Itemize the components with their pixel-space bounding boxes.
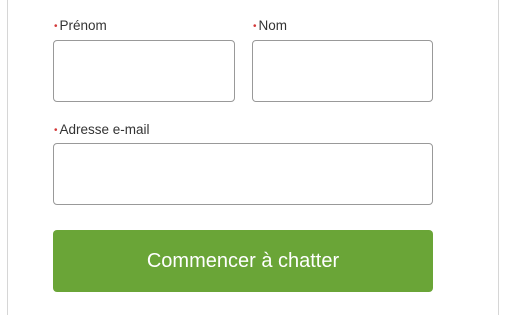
email-label: • Adresse e-mail xyxy=(54,122,150,140)
last-name-field[interactable] xyxy=(252,40,433,102)
first-name-label-text: Prénom xyxy=(59,18,107,33)
last-name-label: • Nom xyxy=(253,18,287,36)
pre-chat-form: • Prénom • Nom • Adresse e-mail Commencer à… xyxy=(0,0,506,315)
required-marker: • xyxy=(54,21,58,32)
panel-right-border xyxy=(498,0,499,315)
panel-left-border xyxy=(7,0,8,315)
last-name-label-text: Nom xyxy=(258,18,288,33)
first-name-field[interactable] xyxy=(53,40,235,102)
required-marker: • xyxy=(54,125,58,136)
required-marker: • xyxy=(253,21,257,32)
email-label-text: Adresse e-mail xyxy=(59,122,150,137)
email-field[interactable] xyxy=(53,143,433,205)
start-chat-button[interactable]: Commencer à chatter xyxy=(53,230,433,292)
first-name-label: • Prénom xyxy=(54,18,107,36)
